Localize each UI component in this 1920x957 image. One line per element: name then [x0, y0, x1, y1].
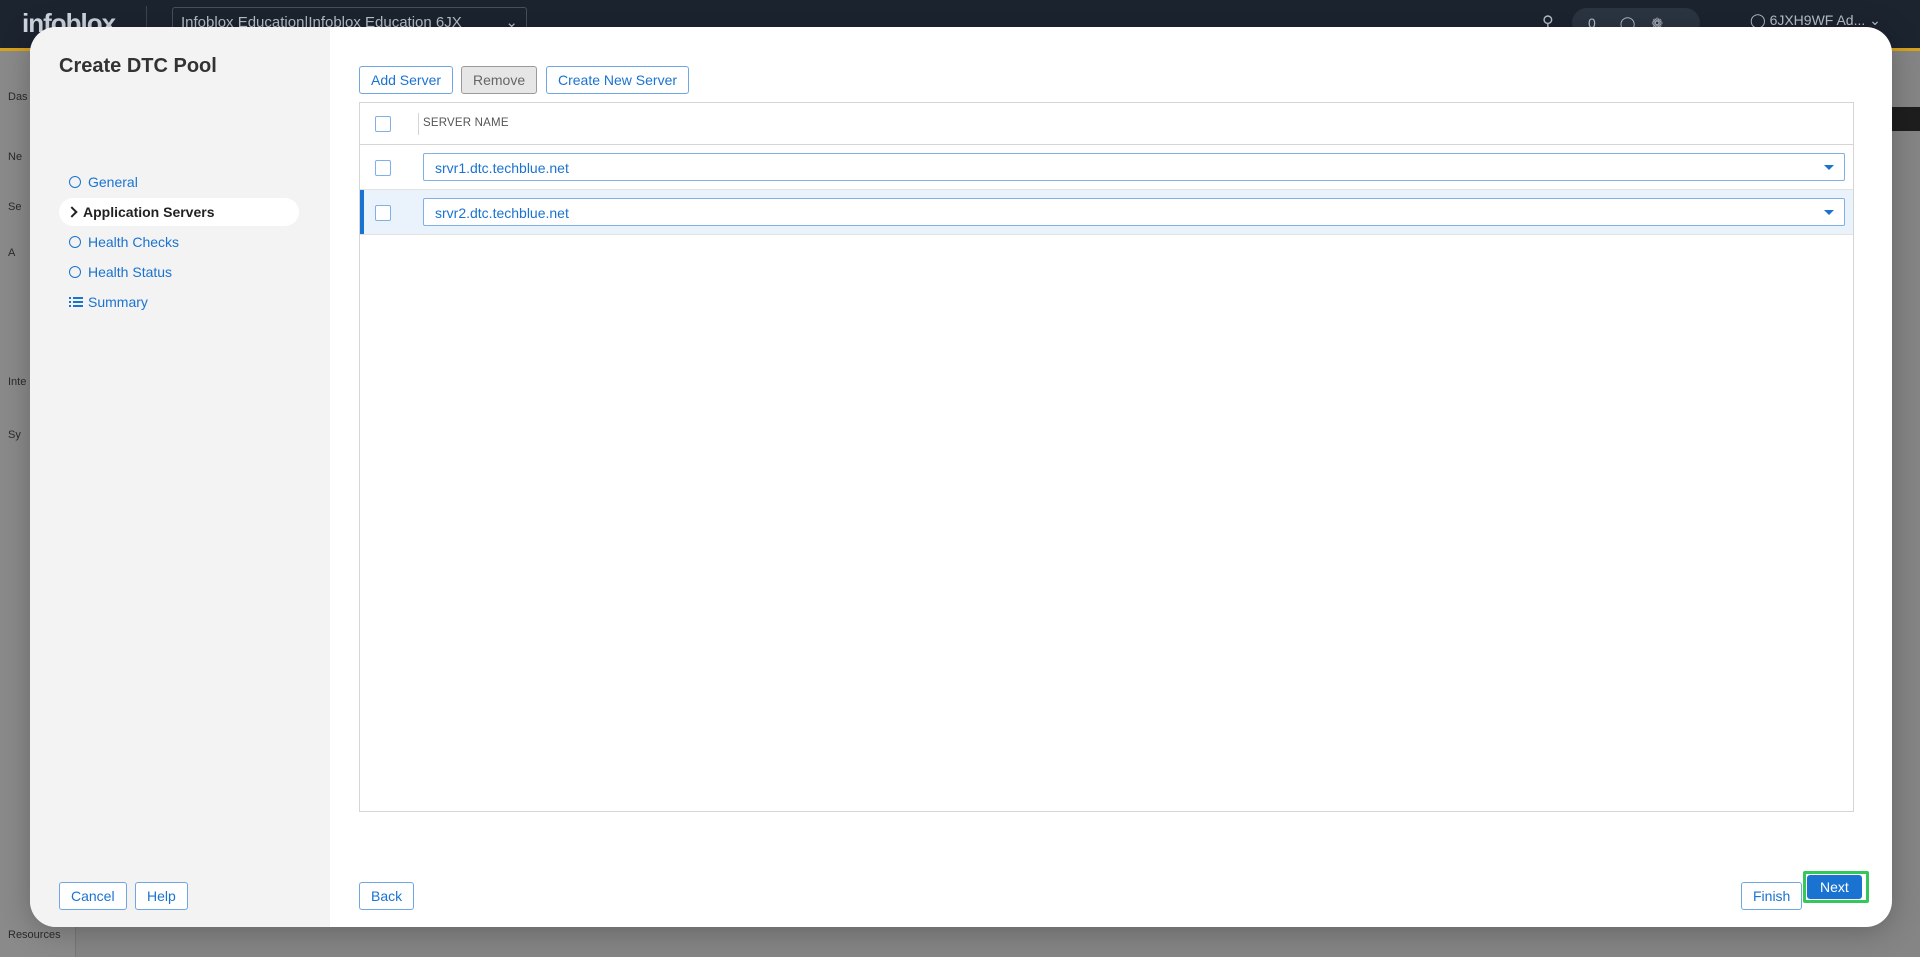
server-name-value: srvr2.dtc.techblue.net	[435, 205, 569, 221]
table-header: SERVER NAME	[360, 103, 1853, 145]
wizard-steps: General Application Servers Health Check…	[59, 168, 299, 318]
chevron-right-icon	[66, 206, 78, 218]
create-new-server-button[interactable]: Create New Server	[546, 66, 690, 94]
step-health-status[interactable]: Health Status	[59, 258, 299, 286]
step-health-checks[interactable]: Health Checks	[59, 228, 299, 256]
circle-icon	[69, 176, 81, 188]
circle-icon	[69, 266, 81, 278]
user-name: 6JXH9WF Ad...	[1769, 12, 1866, 28]
caret-down-icon	[1824, 165, 1834, 170]
dialog-title: Create DTC Pool	[59, 55, 217, 77]
step-summary[interactable]: Summary	[59, 288, 299, 316]
caret-down-icon	[1824, 210, 1834, 215]
nav-item-a[interactable]: A	[8, 247, 15, 259]
add-server-button[interactable]: Add Server	[359, 66, 454, 94]
chevron-down-icon: ⌄	[1869, 12, 1881, 28]
circle-icon	[69, 236, 81, 248]
step-label: Health Checks	[88, 234, 180, 250]
nav-item-resources[interactable]: Resources	[8, 929, 61, 941]
application-servers-table: SERVER NAME srvr1.dtc.techblue.net srvr2…	[359, 102, 1854, 812]
next-button[interactable]: Next	[1807, 875, 1862, 899]
step-label: Health Status	[88, 264, 173, 280]
row-checkbox[interactable]	[375, 160, 391, 176]
select-all-checkbox[interactable]	[375, 116, 391, 132]
server-name-select[interactable]: srvr2.dtc.techblue.net	[423, 198, 1845, 226]
step-label: General	[88, 174, 138, 190]
nav-item-security[interactable]: Se	[8, 201, 21, 213]
column-header-server-name: SERVER NAME	[423, 117, 509, 129]
nav-item-networks[interactable]: Ne	[8, 151, 22, 163]
help-button[interactable]: Help	[135, 882, 188, 910]
list-icon	[69, 296, 83, 308]
finish-button[interactable]: Finish	[1741, 882, 1803, 910]
column-divider	[418, 113, 419, 135]
table-row[interactable]: srvr1.dtc.techblue.net	[360, 145, 1853, 190]
row-checkbox[interactable]	[375, 205, 391, 221]
server-name-value: srvr1.dtc.techblue.net	[435, 160, 569, 176]
create-dtc-pool-dialog: Create DTC Pool General Application Serv…	[30, 27, 1892, 927]
nav-item-integrations[interactable]: Inte	[8, 376, 26, 388]
avatar: ◯	[1750, 12, 1766, 28]
step-label: Application Servers	[83, 204, 215, 220]
cancel-button[interactable]: Cancel	[59, 882, 127, 910]
server-name-select[interactable]: srvr1.dtc.techblue.net	[423, 153, 1845, 181]
background-button	[1888, 107, 1920, 131]
step-general[interactable]: General	[59, 168, 299, 196]
step-label: Summary	[88, 294, 148, 310]
wizard-sidebar: Create DTC Pool General Application Serv…	[30, 27, 330, 927]
nav-item-dashboard[interactable]: Das	[8, 91, 28, 103]
nav-item-system[interactable]: Sy	[8, 429, 21, 441]
remove-button[interactable]: Remove	[461, 66, 538, 94]
back-button[interactable]: Back	[359, 882, 415, 910]
step-application-servers[interactable]: Application Servers	[59, 198, 299, 226]
table-row[interactable]: srvr2.dtc.techblue.net	[360, 190, 1853, 235]
